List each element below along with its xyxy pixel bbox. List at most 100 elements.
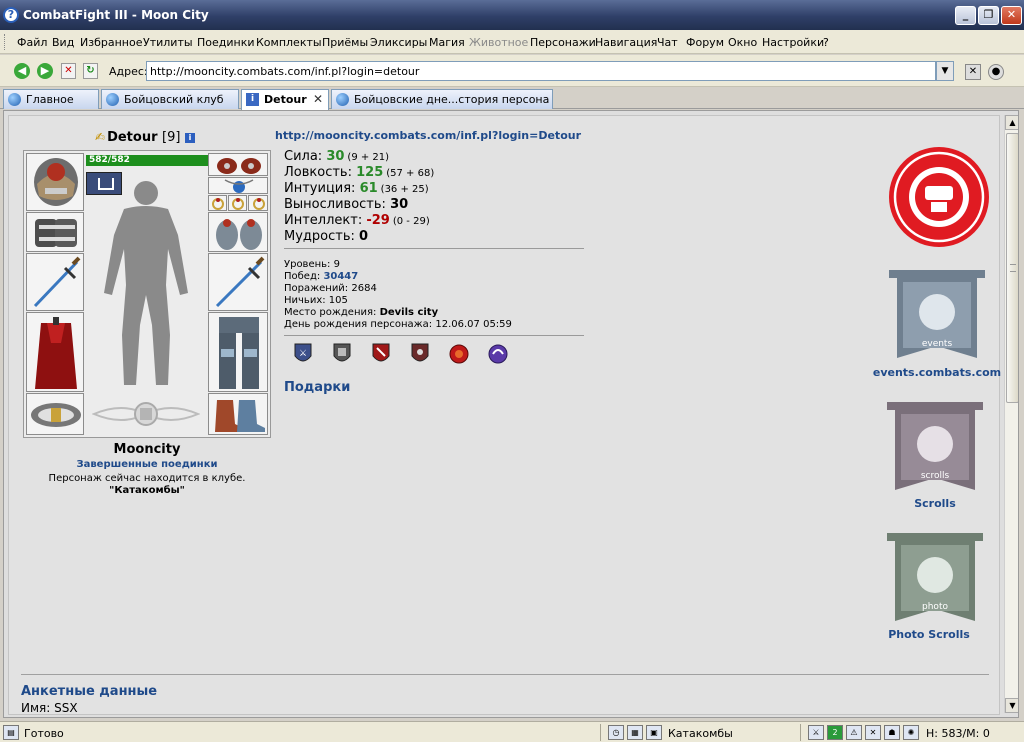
toolbar-tool-icon[interactable]: ✕	[965, 64, 981, 80]
restore-button[interactable]: ❐	[978, 6, 999, 25]
browser-tab[interactable]: i Detour ✕	[241, 89, 329, 110]
bracers-slot[interactable]	[26, 212, 84, 252]
right-weapon-slot[interactable]	[208, 253, 268, 311]
birthday-row: День рождения персонажа: 12.06.07 05:59	[284, 319, 512, 330]
menu-item[interactable]: Вид	[52, 36, 74, 49]
address-label: Адрес:	[109, 65, 148, 78]
armor-slot[interactable]	[26, 312, 84, 392]
toolbar-users-icon[interactable]: ●	[988, 64, 1004, 80]
stop-button[interactable]: ✕	[61, 63, 76, 79]
menu-item[interactable]: Комплекты	[256, 36, 322, 49]
browser-tab[interactable]: Бойцовский клуб	[101, 89, 239, 109]
menu-item[interactable]: Избранное	[80, 36, 142, 49]
menu-item[interactable]: ?	[823, 36, 829, 49]
stat-value: 30	[326, 149, 345, 164]
helmet-slot[interactable]	[26, 153, 84, 211]
gloves-slot[interactable]	[208, 212, 268, 252]
scroll-up-button[interactable]: ▲	[1005, 115, 1018, 130]
window-title: CombatFight III - Moon City	[23, 8, 209, 22]
ring-slot-2[interactable]	[228, 195, 247, 211]
reload-icon[interactable]: 2	[827, 725, 843, 740]
left-weapon-slot[interactable]	[26, 253, 84, 311]
stat-detail: (0 - 29)	[392, 216, 430, 227]
character-record: Уровень: 9 Побед: 30447 Поражений: 2684 …	[284, 259, 512, 331]
legs-slot[interactable]	[208, 312, 268, 392]
character-location: "Катакомбы"	[109, 485, 185, 496]
medal-icon[interactable]	[487, 342, 509, 366]
events-link[interactable]: events.combats.com	[867, 366, 1007, 379]
back-button[interactable]: ◀	[14, 63, 30, 79]
earrings-slot[interactable]	[208, 153, 268, 176]
menu-item[interactable]: Персонажи	[530, 36, 596, 49]
close-window-button[interactable]: ✕	[1001, 6, 1022, 25]
alert-icon[interactable]: ⚠	[846, 725, 862, 740]
ring-slot-1[interactable]	[208, 195, 227, 211]
character-info-icon[interactable]: i	[184, 132, 195, 143]
team-icon[interactable]: ☗	[884, 725, 900, 740]
stat-row: Ловкость: 125 (57 + 68)	[284, 165, 434, 181]
menu-item[interactable]: Чат	[657, 36, 678, 49]
private-message-icon[interactable]: ✍	[95, 130, 105, 144]
draws-row: Ничьих: 105	[284, 295, 348, 306]
gifts-heading[interactable]: Подарки	[284, 380, 350, 395]
scroll-down-button[interactable]: ▼	[1005, 698, 1018, 713]
vertical-scrollbar[interactable]: ▲ ▼	[1004, 115, 1018, 713]
menu-item[interactable]: Магия	[429, 36, 465, 49]
character-nick: Detour	[107, 130, 158, 145]
notes-icon[interactable]: ▦	[627, 725, 643, 740]
medal-icon[interactable]	[409, 342, 431, 366]
fight-icon[interactable]: ⚔	[808, 725, 824, 740]
menu-item[interactable]: Настройки	[762, 36, 824, 49]
menu-item[interactable]: Форум	[686, 36, 724, 49]
address-input[interactable]	[146, 61, 936, 81]
clock-icon[interactable]: ◷	[608, 725, 624, 740]
wins-value[interactable]: 30447	[323, 271, 358, 282]
menu-item[interactable]: Окно	[728, 36, 757, 49]
boots-slot[interactable]	[208, 393, 268, 435]
forward-button[interactable]: ▶	[37, 63, 53, 79]
stat-row: Интеллект: -29 (0 - 29)	[284, 213, 434, 229]
menu-item[interactable]: Приёмы	[322, 36, 368, 49]
browser-tab[interactable]: Бойцовские дне...стория персона	[331, 89, 553, 109]
profile-name-value: SSX	[54, 701, 78, 715]
menu-item[interactable]: Поединки	[197, 36, 255, 49]
medal-icon[interactable]: ⚔	[292, 342, 314, 366]
address-dropdown-button[interactable]: ▼	[936, 61, 954, 81]
refresh-button[interactable]: ↻	[83, 63, 98, 79]
svg-text:⚔: ⚔	[299, 349, 307, 359]
losses-value: 2684	[351, 283, 377, 294]
menu-item[interactable]: Эликсиры	[370, 36, 427, 49]
medal-icon[interactable]	[370, 342, 392, 366]
status-bar: ▤ Готово ◷ ▦ ▣ Катакомбы ⚔ 2 ⚠ ✕ ☗ ✺ H: …	[0, 721, 1024, 742]
minimize-button[interactable]: _	[955, 6, 976, 25]
scrolls-banner-icon[interactable]: scrolls	[883, 398, 987, 496]
menu-item[interactable]: Файл	[17, 36, 47, 49]
ring-icon	[253, 198, 265, 210]
browser-tab[interactable]: Главное	[3, 89, 99, 109]
document-icon[interactable]: ▣	[646, 725, 662, 740]
menu-item[interactable]: Животное	[469, 36, 528, 49]
profile-url-link[interactable]: http://mooncity.combats.com/inf.pl?login…	[275, 129, 581, 142]
tab-label: Бойцовские дне...стория персона	[354, 93, 550, 106]
sword-icon	[215, 256, 265, 308]
belt-slot[interactable]	[26, 393, 84, 435]
finished-battles-link[interactable]: Завершенные поединки	[23, 459, 271, 470]
events-banner-icon[interactable]: events	[885, 266, 989, 364]
amulet-slot[interactable]	[208, 177, 268, 194]
sword-status-icon[interactable]: ✕	[865, 725, 881, 740]
scrolls-link[interactable]: Scrolls	[885, 497, 985, 510]
photo-scrolls-banner-icon[interactable]: photo	[883, 529, 987, 627]
medal-icon[interactable]	[331, 342, 353, 366]
photo-scrolls-link[interactable]: Photo Scrolls	[879, 628, 979, 641]
menu-item[interactable]: Навигация	[595, 36, 657, 49]
menu-item[interactable]: Утилиты	[143, 36, 193, 49]
scroll-thumb[interactable]	[1006, 133, 1018, 403]
settings-icon[interactable]: ✺	[903, 725, 919, 740]
tab-close-icon[interactable]: ✕	[313, 92, 323, 106]
medal-icon[interactable]	[448, 342, 470, 366]
ring-slot-3[interactable]	[248, 195, 268, 211]
cloak-icon	[35, 317, 77, 389]
stats-list: Сила: 30 (9 + 21) Ловкость: 125 (57 + 68) Ин…	[284, 149, 434, 245]
leg-armor-icon	[219, 317, 259, 389]
clan-logo-icon[interactable]	[888, 146, 990, 248]
